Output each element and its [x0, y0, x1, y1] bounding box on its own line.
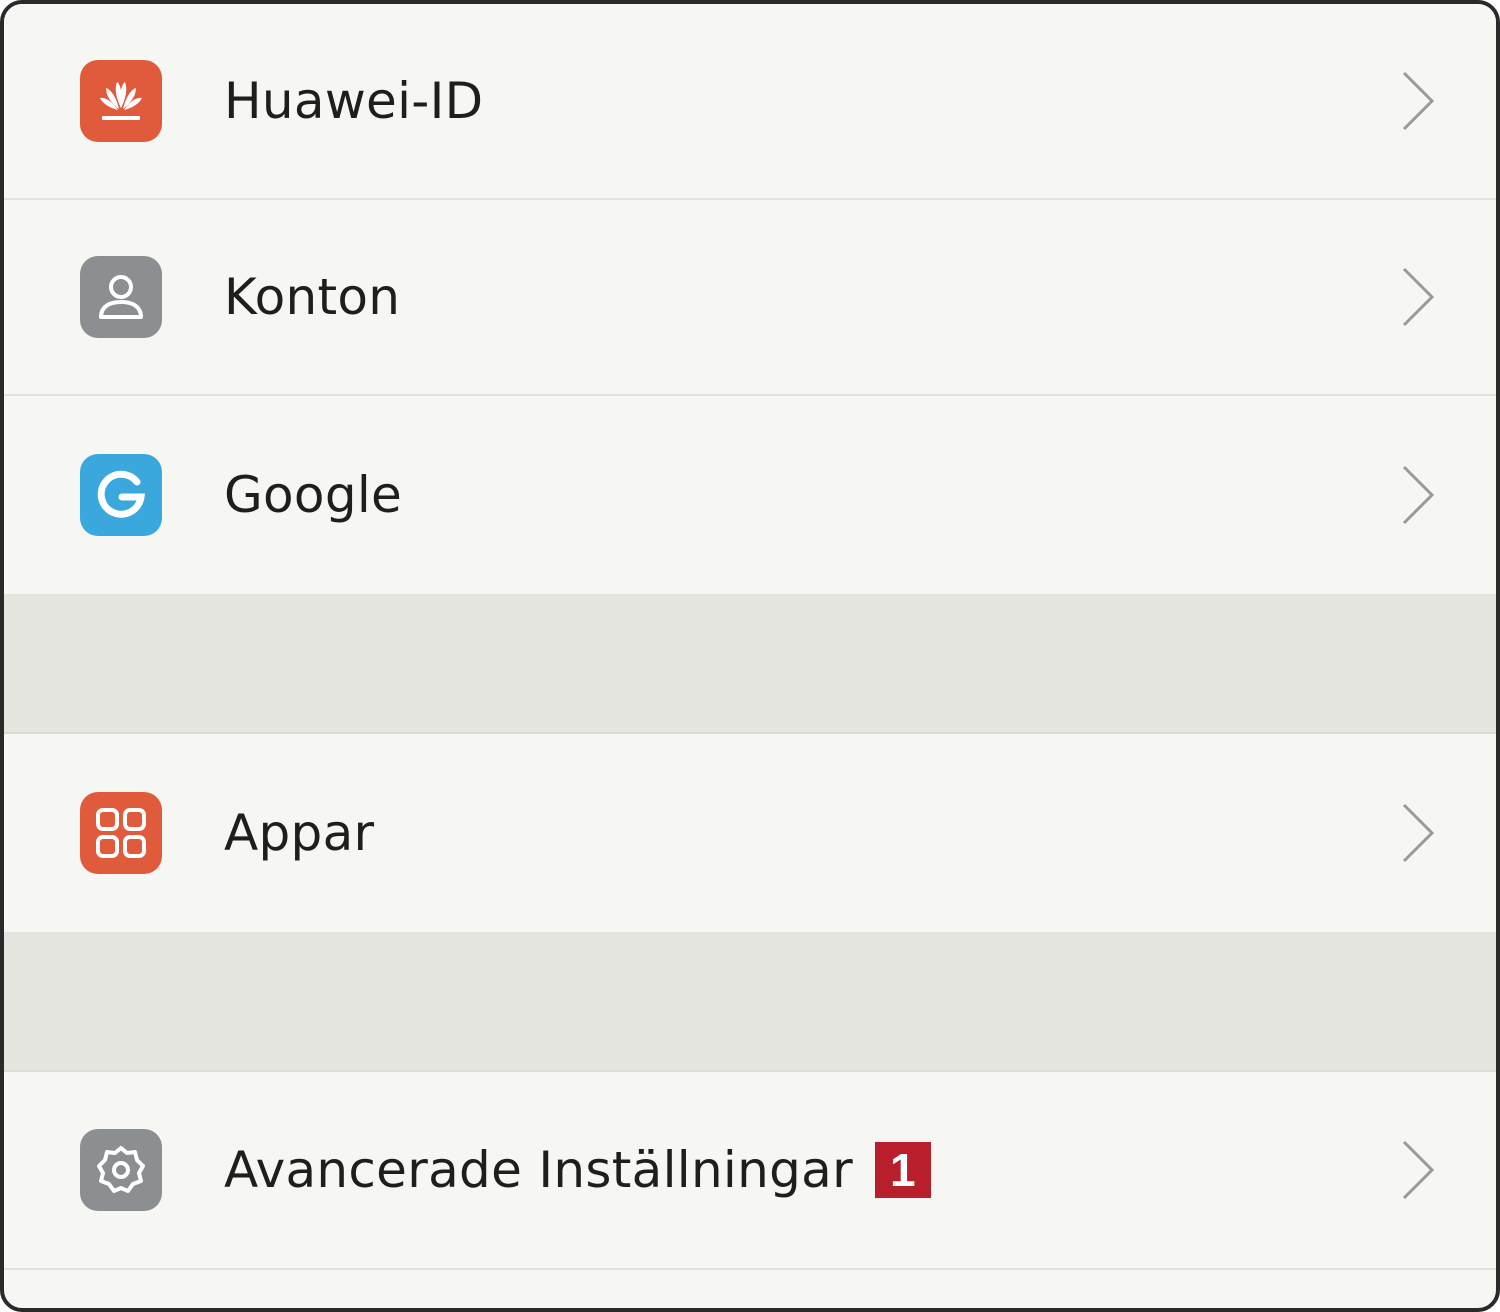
settings-item-label: Konton: [224, 268, 400, 326]
user-icon: [80, 256, 162, 338]
section-divider: [4, 596, 1496, 734]
huawei-logo-icon: [80, 60, 162, 142]
chevron-right-icon: [1402, 1140, 1435, 1200]
settings-item-konton[interactable]: Konton: [4, 200, 1496, 396]
chevron-right-icon: [1402, 803, 1435, 863]
settings-item-advanced[interactable]: Avancerade Inställningar 1: [4, 1072, 1496, 1270]
settings-item-appar[interactable]: Appar: [4, 734, 1496, 934]
chevron-right-icon: [1402, 71, 1435, 131]
settings-screen: Huawei-ID Konton Google Appar Avancerade…: [0, 0, 1500, 1312]
konton-label: Konton: [224, 268, 401, 326]
apps-grid-icon: [80, 792, 162, 874]
huawei-id-label: Huawei-ID: [224, 72, 484, 130]
settings-item-google[interactable]: Google: [4, 396, 1496, 596]
gear-icon: [80, 1129, 162, 1211]
section-divider: [4, 934, 1496, 1072]
advanced-label: Avancerade Inställningar: [224, 1141, 853, 1199]
annotation-badge: 1: [874, 1142, 931, 1198]
chevron-right-icon: [1402, 267, 1435, 327]
appar-label: Appar: [224, 804, 375, 862]
settings-item-huawei-id[interactable]: Huawei-ID: [4, 4, 1496, 200]
google-g-icon: [80, 454, 162, 536]
settings-item-label: Google: [224, 466, 402, 524]
google-label: Google: [224, 466, 403, 524]
chevron-right-icon: [1402, 465, 1435, 525]
settings-item-label: Appar: [224, 804, 374, 862]
settings-item-label: Huawei-ID: [224, 72, 483, 130]
settings-item-label: Avancerade Inställningar 1: [224, 1141, 931, 1199]
